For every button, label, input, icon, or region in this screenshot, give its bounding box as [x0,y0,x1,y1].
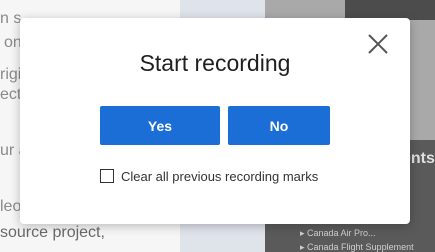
close-icon [368,34,388,54]
start-recording-dialog: Start recording Yes No Clear all previou… [20,18,410,224]
background-text: source project, [0,224,105,241]
background-dark-header [345,0,435,20]
close-button[interactable] [365,31,391,57]
clear-marks-checkbox[interactable] [100,169,114,183]
background-text: ▸ Canada Air Pro... [300,228,376,238]
clear-marks-option[interactable]: Clear all previous recording marks [100,167,318,185]
yes-button[interactable]: Yes [100,106,220,145]
background-text: n s [0,10,22,27]
background-text: ▸ Canada Flight Supplement [300,242,414,252]
no-button[interactable]: No [228,106,330,145]
background-text: leo [0,198,22,215]
clear-marks-label: Clear all previous recording marks [121,168,319,184]
dialog-title: Start recording [139,50,291,76]
background-text: rigi [0,66,22,83]
